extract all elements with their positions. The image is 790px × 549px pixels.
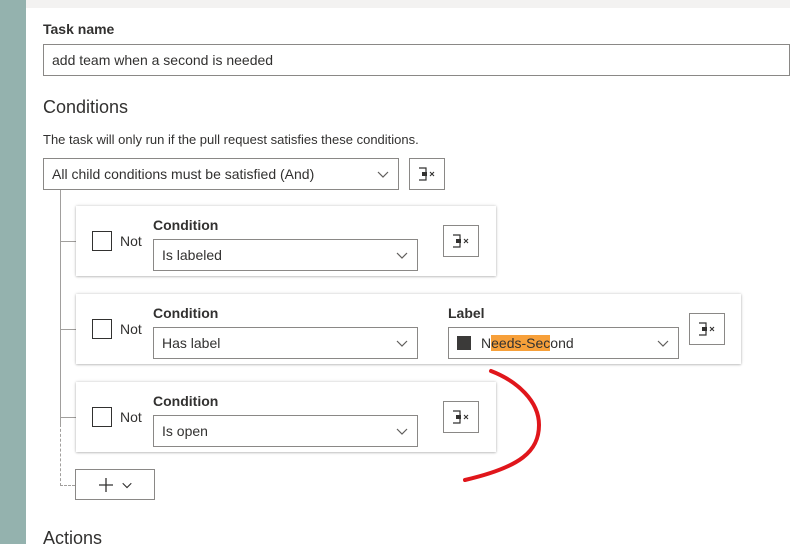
group-operator-dropdown[interactable]: All child conditions must be satisfied (… [43,158,399,190]
condition-label-3: Condition [153,393,219,409]
label-field-label: Label [448,305,485,321]
group-operator-value: All child conditions must be satisfied (… [52,166,315,182]
not-label-2: Not [120,321,142,337]
label-value: Needs-Second [481,335,574,351]
label-color-swatch [457,336,471,350]
remove-condition-button-2[interactable] [689,313,725,345]
tree-dashed-line [60,424,61,486]
actions-title: Actions [43,528,103,548]
label-dropdown[interactable]: Needs-Second [448,327,679,359]
remove-condition-icon [453,234,469,248]
not-label-1: Not [120,233,142,249]
not-label-3: Not [120,409,142,425]
remove-condition-icon [419,167,435,181]
chevron-down-icon [377,171,389,178]
condition-value-2: Has label [162,335,221,351]
conditions-description: The task will only run if the pull reque… [43,132,419,147]
annotation-brace [463,369,542,482]
condition-label-1: Condition [153,217,219,233]
chevron-down-icon [122,482,132,488]
not-checkbox-2[interactable] [92,319,112,339]
chevron-down-icon [396,252,408,259]
left-sidebar-strip [0,0,26,544]
add-condition-button[interactable] [75,469,155,500]
task-name-input[interactable]: add team when a second is needed [43,44,790,76]
tree-branch [60,329,76,330]
chevron-down-icon [657,340,669,347]
condition-value-1: Is labeled [162,247,222,263]
not-checkbox-3[interactable] [92,407,112,427]
search-highlight: eeds-Sec [491,335,551,351]
remove-condition-icon [699,322,715,336]
tree-dashed-branch [60,485,75,486]
not-checkbox-1[interactable] [92,231,112,251]
remove-group-button[interactable] [409,158,445,190]
tree-line [60,190,61,424]
condition-dropdown-3[interactable]: Is open [153,415,418,447]
task-name-label: Task name [43,21,115,37]
remove-condition-button-1[interactable] [443,225,479,257]
tree-branch [60,241,76,242]
tree-branch [60,417,76,418]
condition-dropdown-2[interactable]: Has label [153,327,418,359]
condition-label-2: Condition [153,305,219,321]
condition-value-3: Is open [162,423,208,439]
conditions-title: Conditions [43,97,129,117]
condition-dropdown-1[interactable]: Is labeled [153,239,418,271]
top-divider [26,0,790,8]
plus-icon [99,477,113,492]
chevron-down-icon [396,428,408,435]
chevron-down-icon [396,340,408,347]
